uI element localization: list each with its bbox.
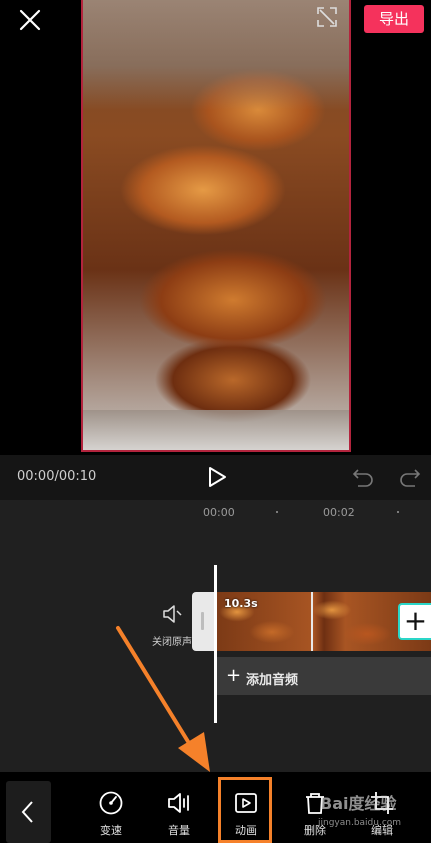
watermark-logo: Bai度经验 [320,794,397,813]
export-button[interactable]: 导出 [364,5,424,33]
add-audio-label: 添加音频 [246,673,299,688]
highlight-frame [218,777,272,843]
timeline-tick-dot [276,511,278,513]
fullscreen-icon[interactable] [316,6,338,28]
tool-speed-label: 变速 [100,824,122,837]
back-button[interactable] [6,781,51,843]
timeline-tick-label: 00:00 [203,506,235,519]
mute-original-sound-label[interactable]: 关闭原声 [152,633,192,648]
speaker-mute-icon[interactable] [161,604,183,624]
speed-gauge-icon [99,791,123,815]
volume-icon [168,793,189,813]
tool-volume-label: 音量 [168,824,190,837]
chevron-left-icon [21,801,33,823]
add-clip-button[interactable]: + [398,603,431,640]
watermark-url: jingyan.baidu.com [318,818,402,828]
video-frame[interactable] [81,0,351,452]
play-icon[interactable] [206,466,228,488]
tool-volume[interactable]: 音量 [154,790,204,838]
video-foreground-tray [83,410,349,450]
redo-icon[interactable] [399,467,421,487]
thumbnail-separator [311,592,313,651]
timeline-tick-dot [397,511,399,513]
close-icon[interactable] [16,6,44,34]
add-audio-plus-icon: + [226,665,242,686]
timecode-display: 00:00/00:10 [17,469,97,484]
timeline-tick-label: 00:02 [323,506,355,519]
tool-speed[interactable]: 变速 [86,790,136,838]
clip-trim-handle[interactable] [201,612,204,630]
undo-icon[interactable] [352,467,374,487]
timeline-playhead[interactable] [214,565,217,723]
video-background-tray [83,0,349,110]
clip-duration-label: 10.3s [224,597,258,610]
